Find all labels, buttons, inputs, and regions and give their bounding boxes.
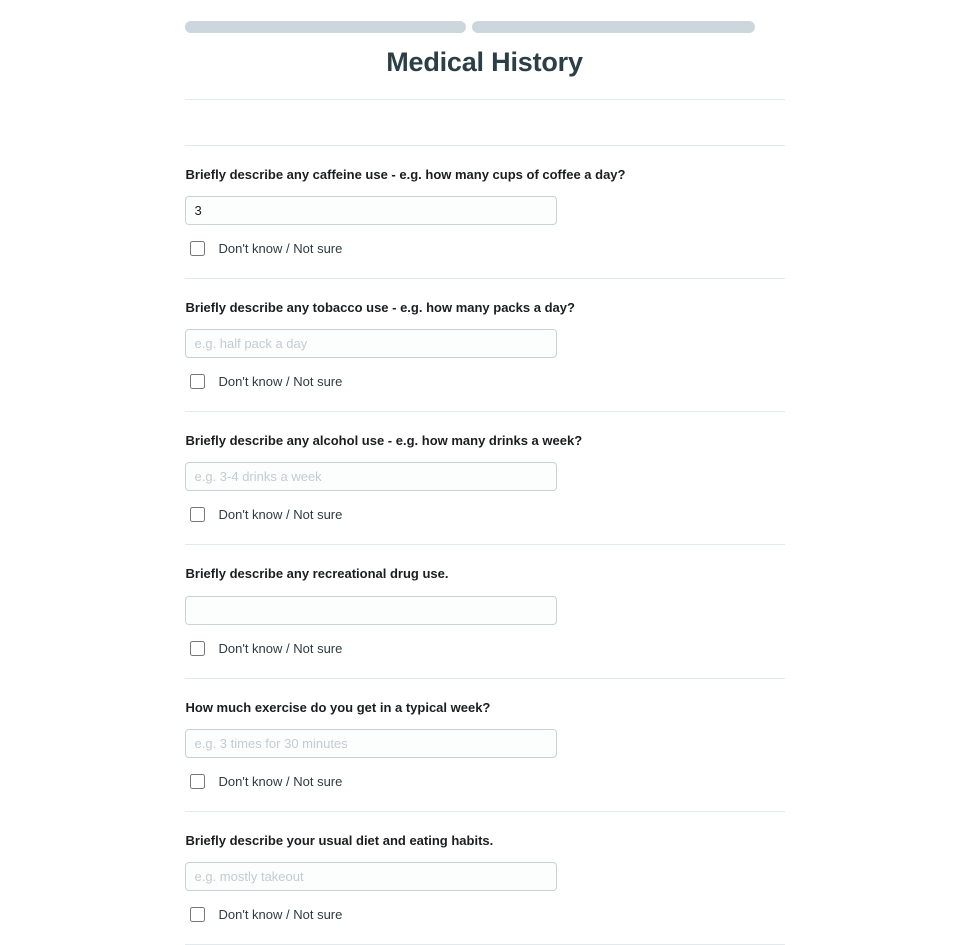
question-label: Briefly describe any alcohol use - e.g. … <box>185 433 583 449</box>
dont-know-checkbox[interactable] <box>189 640 205 656</box>
dont-know-row[interactable]: Don't know / Not sure <box>185 771 785 792</box>
question-block: Briefly describe any alcohol use - e.g. … <box>184 412 785 544</box>
medical-history-page: Medical History Briefly describe any caf… <box>0 0 969 945</box>
page-title: Medical History <box>386 47 583 77</box>
dont-know-checkbox[interactable] <box>189 374 205 390</box>
dont-know-checkbox[interactable] <box>189 507 205 523</box>
dont-know-label: Don't know / Not sure <box>218 906 343 922</box>
dont-know-row[interactable]: Don't know / Not sure <box>185 238 785 259</box>
question-input[interactable] <box>184 595 557 625</box>
dont-know-label: Don't know / Not sure <box>218 640 343 656</box>
question-block: Briefly describe any tobacco use - e.g. … <box>184 279 785 411</box>
question-label: Briefly describe your usual diet and eat… <box>185 832 494 848</box>
dont-know-label: Don't know / Not sure <box>218 374 343 390</box>
question-input[interactable] <box>184 861 557 891</box>
question-label: Briefly describe any tobacco use - e.g. … <box>185 299 575 315</box>
question-block: Briefly describe any recreational drug u… <box>184 545 785 677</box>
dont-know-row[interactable]: Don't know / Not sure <box>185 371 785 392</box>
dont-know-checkbox[interactable] <box>189 773 205 789</box>
dont-know-row[interactable]: Don't know / Not sure <box>185 504 785 525</box>
dont-know-checkbox[interactable] <box>189 240 205 256</box>
dont-know-label: Don't know / Not sure <box>218 507 343 523</box>
form-column: Medical History Briefly describe any caf… <box>184 0 785 945</box>
question-block: How much exercise do you get in a typica… <box>184 679 785 811</box>
question-label: Briefly describe any caffeine use - e.g.… <box>185 166 626 182</box>
dont-know-row[interactable]: Don't know / Not sure <box>185 638 785 659</box>
dont-know-row[interactable]: Don't know / Not sure <box>185 904 785 925</box>
question-input[interactable] <box>184 728 557 758</box>
question-input[interactable] <box>184 329 557 359</box>
progress-bar <box>184 0 785 33</box>
header-spacer <box>185 100 785 145</box>
question-input[interactable] <box>184 195 557 225</box>
dont-know-label: Don't know / Not sure <box>218 773 343 789</box>
dont-know-checkbox[interactable] <box>189 906 205 922</box>
question-block: Briefly describe your usual diet and eat… <box>184 812 785 944</box>
dont-know-label: Don't know / Not sure <box>218 240 343 256</box>
progress-segment-2 <box>471 21 755 33</box>
question-label: Briefly describe any recreational drug u… <box>185 566 449 582</box>
question-block: Briefly describe any caffeine use - e.g.… <box>184 146 785 278</box>
questions-list: Briefly describe any caffeine use - e.g.… <box>184 146 785 945</box>
question-label: How much exercise do you get in a typica… <box>185 699 491 715</box>
progress-segment-1 <box>184 21 466 33</box>
question-input[interactable] <box>184 462 557 492</box>
